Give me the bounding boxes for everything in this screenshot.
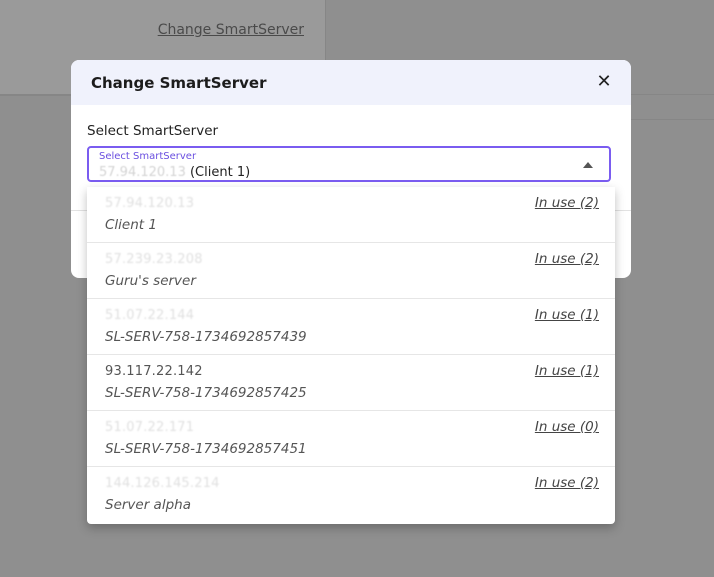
smartserver-dropdown: 57.94.120.13 Client 1 In use (2) 57.239.…	[87, 187, 615, 524]
modal-title: Change SmartServer	[91, 74, 267, 92]
option-name: SL-SERV-758-1734692857439	[105, 329, 307, 345]
option-name: Guru's server	[105, 273, 196, 289]
dropdown-option[interactable]: 144.126.145.214 Server alpha In use (2)	[87, 467, 615, 524]
option-name: SL-SERV-758-1734692857451	[105, 441, 307, 457]
select-value-client: (Client 1)	[189, 165, 251, 180]
smartserver-select[interactable]: Select SmartServer 57.94.120.13 (Client …	[87, 146, 611, 182]
option-usage-link[interactable]: In use (0)	[535, 419, 599, 435]
select-floating-label: Select SmartServer	[99, 151, 197, 162]
option-ip: 51.07.22.171	[105, 420, 195, 435]
caret-up-icon[interactable]	[583, 162, 593, 168]
option-usage-link[interactable]: In use (1)	[535, 307, 599, 323]
option-usage-link[interactable]: In use (2)	[535, 251, 599, 267]
modal-header: Change SmartServer ✕	[71, 60, 631, 105]
field-label: Select SmartServer	[87, 123, 219, 139]
option-ip: 93.117.22.142	[105, 364, 203, 379]
dropdown-option[interactable]: 93.117.22.142 SL-SERV-758-1734692857425 …	[87, 355, 615, 411]
option-name: Server alpha	[105, 497, 191, 513]
select-value-ip: 57.94.120.13	[99, 165, 186, 180]
option-name: Client 1	[105, 217, 157, 233]
select-value: 57.94.120.13 (Client 1)	[99, 165, 250, 180]
dropdown-option[interactable]: 57.94.120.13 Client 1 In use (2)	[87, 187, 615, 243]
option-usage-link[interactable]: In use (1)	[535, 363, 599, 379]
option-ip: 57.94.120.13	[105, 196, 195, 211]
option-usage-link[interactable]: In use (2)	[535, 195, 599, 211]
option-name: SL-SERV-758-1734692857425	[105, 385, 307, 401]
dropdown-option[interactable]: 51.07.22.144 SL-SERV-758-1734692857439 I…	[87, 299, 615, 355]
option-ip: 144.126.145.214	[105, 476, 220, 491]
option-ip: 57.239.23.208	[105, 252, 203, 267]
dropdown-option[interactable]: 51.07.22.171 SL-SERV-758-1734692857451 I…	[87, 411, 615, 467]
dropdown-option[interactable]: 57.239.23.208 Guru's server In use (2)	[87, 243, 615, 299]
change-smartserver-link[interactable]: Change SmartServer	[158, 22, 304, 38]
option-usage-link[interactable]: In use (2)	[535, 475, 599, 491]
option-ip: 51.07.22.144	[105, 308, 195, 323]
close-icon[interactable]: ✕	[593, 71, 615, 93]
divider	[631, 119, 714, 120]
